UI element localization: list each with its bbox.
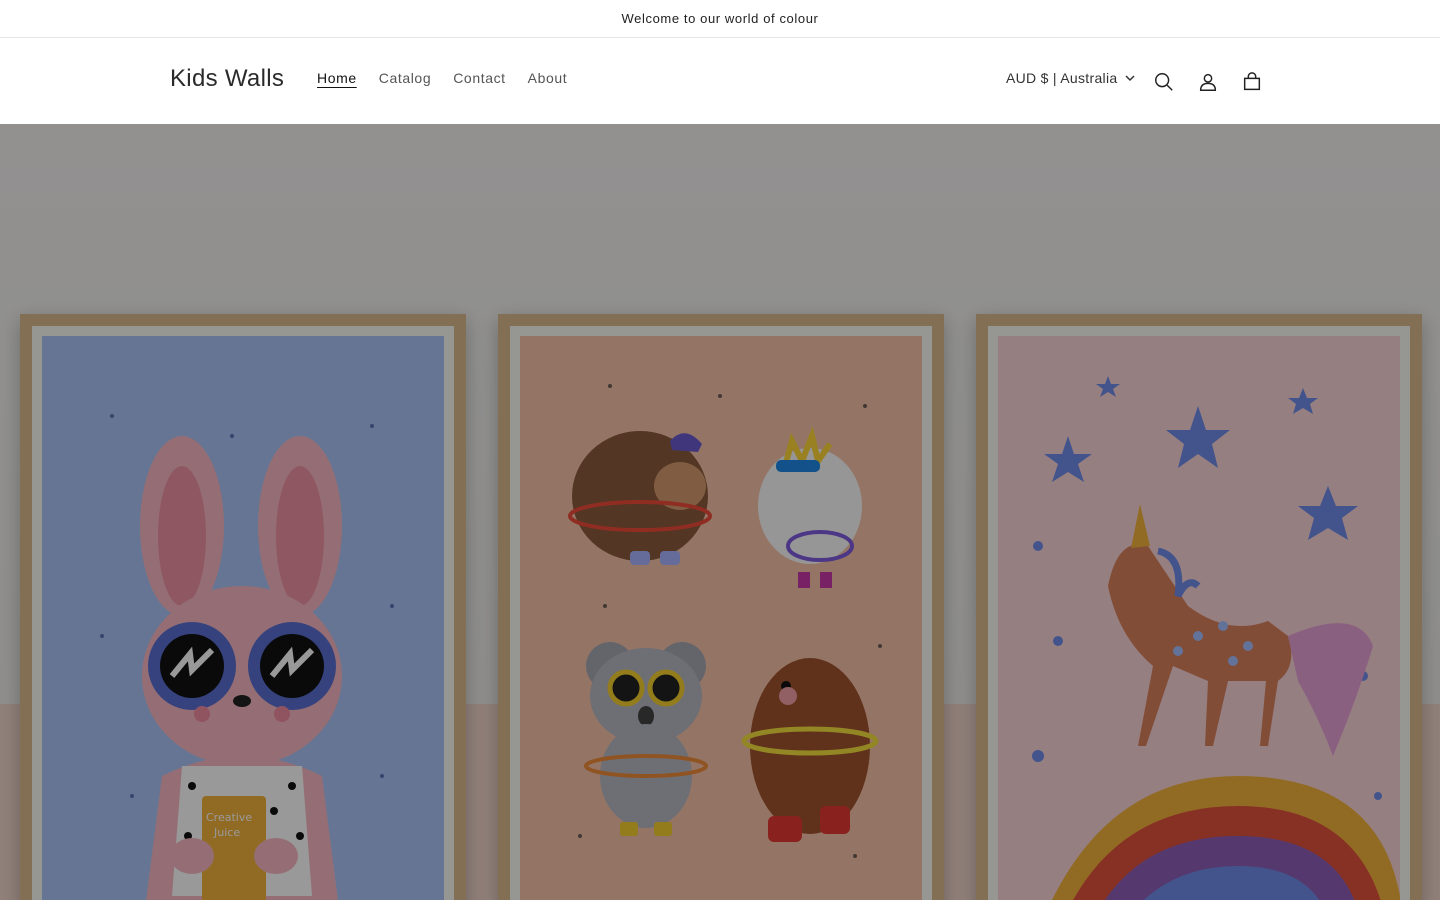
juice-text-line2: Juice [213,826,240,839]
poster-animals [520,336,922,900]
main-nav: Home Catalog Contact About [306,70,578,86]
chevron-down-icon [1125,75,1135,82]
country-selector[interactable]: AUD $ | Australia [1006,70,1135,86]
bunny-illustration: Creative Juice [100,414,394,900]
nav-contact[interactable]: Contact [442,70,516,86]
poster-frame-bunny: Creative Juice [20,314,466,900]
country-selector-label: AUD $ | Australia [1006,70,1118,86]
site-logo[interactable]: Kids Walls [170,65,284,93]
unicorn-illustration [1032,376,1400,900]
poster-frame-animals [498,314,944,900]
account-button[interactable] [1188,62,1228,102]
nav-home[interactable]: Home [306,70,368,86]
juice-text-line1: Creative [206,811,252,824]
site-header: Kids Walls Home Catalog Contact About AU… [0,38,1440,124]
cart-icon [1243,72,1261,91]
hero-banner[interactable]: Creative Juice [0,124,1440,900]
poster-unicorn [998,336,1400,900]
nav-catalog[interactable]: Catalog [368,70,442,86]
announcement-text: Welcome to our world of colour [621,11,819,26]
search-icon [1155,73,1173,91]
account-icon [1199,73,1217,91]
search-button[interactable] [1144,62,1184,102]
nav-about[interactable]: About [517,70,579,86]
cart-button[interactable] [1232,62,1272,102]
animals-illustration [568,384,882,858]
poster-bunny: Creative Juice [42,336,444,900]
poster-frame-unicorn [976,314,1422,900]
announcement-bar: Welcome to our world of colour [0,0,1440,38]
